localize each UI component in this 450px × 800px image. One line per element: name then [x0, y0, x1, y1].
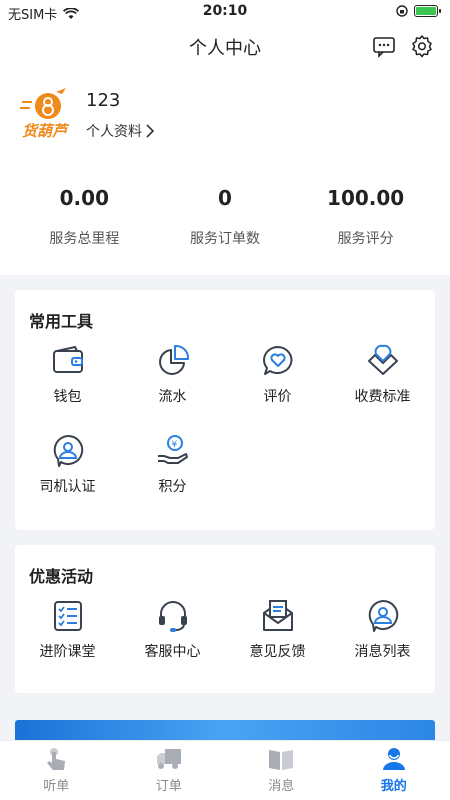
- tab-label: 消息: [268, 779, 295, 794]
- tool-wallet[interactable]: 钱包: [15, 344, 120, 434]
- driver-badge-icon: [53, 434, 83, 467]
- profile-name: 123: [86, 89, 121, 111]
- hand-tap-icon: [47, 748, 66, 770]
- tab-label: 听单: [43, 779, 70, 794]
- location-pin-icon: [367, 344, 398, 375]
- stat-value: 0: [218, 186, 232, 210]
- tool-statement[interactable]: 流水: [120, 344, 225, 434]
- battery-icon: [414, 5, 441, 17]
- person-icon: [382, 748, 405, 770]
- heart-chat-icon: [262, 346, 292, 375]
- tool-label: 钱包: [53, 389, 82, 405]
- envelope-icon: [262, 600, 293, 631]
- tool-label: 积分: [158, 479, 187, 495]
- headset-icon: [158, 601, 187, 632]
- activity-feedback[interactable]: 意见反馈: [225, 599, 330, 689]
- activity-customer-service[interactable]: 客服中心: [120, 599, 225, 689]
- stat-value: 0.00: [59, 186, 109, 210]
- tool-label: 评价: [263, 389, 292, 405]
- tool-label: 司机认证: [39, 479, 96, 495]
- stats-row: 0.00 服务总里程 0 服务订单数 100.00 服务评分: [0, 186, 450, 248]
- tool-label: 客服中心: [144, 644, 201, 660]
- tab-label: 我的: [380, 779, 407, 794]
- stat-label: 服务总里程: [49, 231, 120, 247]
- chat-message-icon[interactable]: [372, 34, 396, 58]
- stat-rating: 100.00 服务评分: [301, 186, 431, 248]
- tab-messages[interactable]: 消息: [225, 741, 338, 800]
- status-time: 20:10: [202, 3, 248, 19]
- profile-details-link[interactable]: 个人资料: [86, 121, 154, 141]
- tab-orders[interactable]: 订单: [113, 741, 226, 800]
- top-section: 无SIM卡 20:10 个人中心 货葫芦 123 个人资料 0.00 服务总里程…: [0, 0, 450, 275]
- svg-text:¥: ¥: [171, 440, 177, 450]
- tool-label: 流水: [158, 389, 187, 405]
- chevron-right-icon: [146, 123, 154, 138]
- book-icon: [269, 750, 294, 770]
- tool-label: 意见反馈: [249, 644, 306, 660]
- brand-logo-icon: 货葫芦: [20, 88, 74, 142]
- lock-rotation-icon: [396, 5, 408, 17]
- checklist-icon: [53, 601, 82, 631]
- tool-label: 收费标准: [354, 389, 411, 405]
- tool-label: 进阶课堂: [39, 644, 96, 660]
- activity-course[interactable]: 进阶课堂: [15, 599, 120, 689]
- profile-block[interactable]: 货葫芦 123 个人资料: [20, 88, 154, 142]
- activities-card: 优惠活动 进阶课堂 客服中心 意见反馈 消息列表: [15, 545, 435, 693]
- tool-pricing[interactable]: 收费标准: [330, 344, 435, 434]
- stat-orders: 0 服务订单数: [160, 186, 290, 248]
- stat-label: 服务订单数: [189, 231, 260, 247]
- truck-icon: [156, 749, 181, 769]
- message-badge-icon: [368, 599, 398, 632]
- status-bar: 无SIM卡 20:10: [0, 0, 450, 24]
- tool-driver-verification[interactable]: 司机认证: [15, 434, 120, 524]
- bottom-tab-bar: 听单 订单 消息 我的: [0, 740, 450, 800]
- tool-points[interactable]: ¥ 积分: [120, 434, 225, 524]
- wallet-icon: [52, 345, 83, 373]
- tab-label: 订单: [155, 779, 182, 794]
- stat-mileage: 0.00 服务总里程: [19, 186, 149, 248]
- stat-label: 服务评分: [337, 231, 394, 247]
- activities-title: 优惠活动: [29, 567, 94, 586]
- profile-link-label: 个人资料: [86, 123, 142, 140]
- activity-messages[interactable]: 消息列表: [330, 599, 435, 689]
- tool-reviews[interactable]: 评价: [225, 344, 330, 434]
- tab-mine[interactable]: 我的: [338, 741, 450, 800]
- tools-card: 常用工具 钱包 流水 评价 收费标准 司机认证 ¥ 积分: [15, 290, 435, 530]
- stat-value: 100.00: [327, 186, 405, 210]
- pie-chart-icon: [158, 344, 189, 375]
- coin-hand-icon: ¥: [157, 435, 188, 464]
- tab-listen-orders[interactable]: 听单: [0, 741, 113, 800]
- tools-title: 常用工具: [29, 312, 94, 331]
- tool-label: 消息列表: [354, 644, 411, 660]
- settings-gear-icon[interactable]: [410, 34, 434, 58]
- svg-text:货葫芦: 货葫芦: [22, 122, 70, 140]
